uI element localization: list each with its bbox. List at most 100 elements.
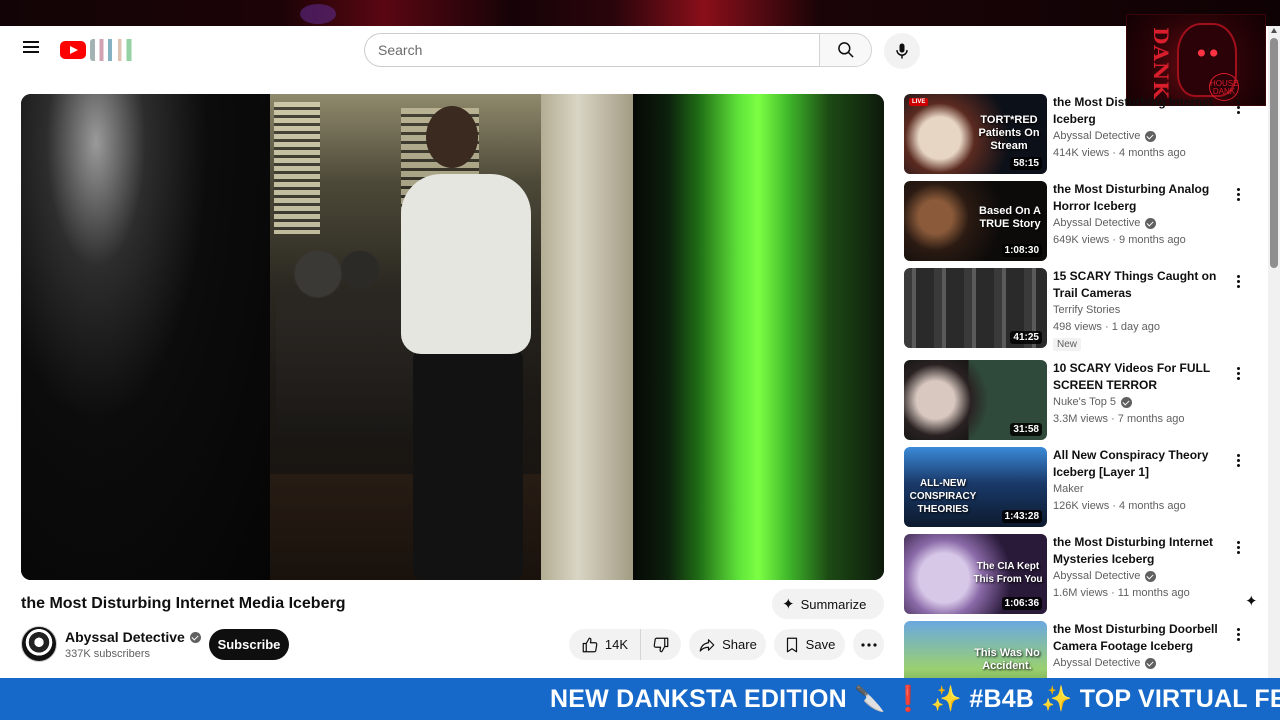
video-thumbnail[interactable]: Based On A TRUE Story 1:08:30 bbox=[904, 181, 1047, 261]
recommendation-channel[interactable]: Abyssal Detective bbox=[1053, 217, 1157, 229]
summarize-button[interactable]: ✦ Summarize bbox=[772, 589, 884, 619]
search-input[interactable] bbox=[364, 33, 819, 67]
recommendation-item[interactable]: LIVE TORT*RED Patients On Stream 58:15 t… bbox=[904, 94, 1254, 174]
recommendation-channel[interactable]: Abyssal Detective bbox=[1053, 130, 1157, 142]
recommendation-channel-name[interactable]: Abyssal Detective bbox=[1053, 217, 1140, 229]
ticker-text: NEW DANKSTA EDITION 🔪 ❗ ✨ #B4B ✨ TOP VIR… bbox=[550, 685, 1280, 713]
scroll-up-arrow-icon[interactable] bbox=[1271, 28, 1277, 33]
video-frame-green-light bbox=[633, 94, 884, 580]
video-duration: 41:25 bbox=[1010, 331, 1042, 344]
recommendation-item[interactable]: The CIA Kept This From You 1:06:36 the M… bbox=[904, 534, 1254, 614]
more-actions-button[interactable] bbox=[853, 629, 884, 660]
video-frame-seated-people bbox=[276, 234, 416, 434]
recommendation-channel-name[interactable]: Abyssal Detective bbox=[1053, 130, 1140, 142]
save-button[interactable]: Save bbox=[774, 629, 845, 660]
recommendation-menu-button[interactable] bbox=[1229, 449, 1247, 471]
recommendation-meta: 649K views · 9 months ago bbox=[1053, 234, 1186, 246]
recommendation-channel[interactable]: Abyssal Detective bbox=[1053, 657, 1157, 669]
recommendation-channel[interactable]: Terrify Stories bbox=[1053, 304, 1120, 316]
video-title: the Most Disturbing Internet Media Icebe… bbox=[21, 595, 346, 612]
recommendation-menu-button[interactable] bbox=[1229, 623, 1247, 645]
channel-name-text[interactable]: Abyssal Detective bbox=[65, 629, 185, 645]
share-icon bbox=[699, 638, 715, 652]
subscribe-button[interactable]: Subscribe bbox=[209, 629, 289, 660]
recommendation-title[interactable]: 10 SCARY Videos For FULL SCREEN TERROR bbox=[1053, 360, 1228, 394]
live-badge: LIVE bbox=[909, 98, 929, 106]
recommendation-menu-button[interactable] bbox=[1229, 96, 1247, 118]
ai-sparkle-icon[interactable]: ✦ bbox=[1245, 592, 1258, 610]
search-button[interactable] bbox=[819, 33, 872, 67]
video-thumbnail[interactable]: ALL-NEW CONSPIRACY THEORIES 1:43:28 bbox=[904, 447, 1047, 527]
recommendation-menu-button[interactable] bbox=[1229, 536, 1247, 558]
video-duration: 1:06:36 bbox=[1001, 597, 1042, 610]
summarize-label: Summarize bbox=[800, 596, 867, 612]
recommendation-channel-name[interactable]: Abyssal Detective bbox=[1053, 657, 1140, 669]
recommendation-channel[interactable]: Nuke's Top 5 bbox=[1053, 396, 1133, 408]
recommendation-menu-button[interactable] bbox=[1229, 270, 1247, 292]
scrollbar-thumb[interactable] bbox=[1270, 38, 1278, 268]
recommendation-item[interactable]: ALL-NEW CONSPIRACY THEORIES 1:43:28 All … bbox=[904, 447, 1254, 527]
youtube-logo[interactable] bbox=[60, 39, 140, 61]
recommendation-channel[interactable]: Maker bbox=[1053, 483, 1084, 495]
thumbs-down-icon bbox=[653, 637, 669, 652]
thumbnail-caption: Based On A TRUE Story bbox=[979, 205, 1041, 230]
search-icon bbox=[838, 42, 854, 58]
video-frame-person-head bbox=[426, 106, 478, 168]
recommendation-item[interactable]: Based On A TRUE Story 1:08:30 the Most D… bbox=[904, 181, 1254, 261]
page-scrollbar[interactable] bbox=[1268, 26, 1280, 678]
recommendation-meta: 414K views · 4 months ago bbox=[1053, 147, 1186, 159]
stream-overlay-logo: DANK HOUSE DANK bbox=[1126, 14, 1266, 106]
video-frame-doorframe bbox=[541, 94, 633, 580]
recommendation-channel-name[interactable]: Nuke's Top 5 bbox=[1053, 396, 1116, 408]
video-duration: 1:43:28 bbox=[1001, 510, 1042, 523]
masthead bbox=[0, 26, 1280, 74]
verified-icon bbox=[1145, 130, 1157, 142]
search-bar bbox=[364, 33, 872, 67]
recommendation-meta: 126K views · 4 months ago bbox=[1053, 500, 1186, 512]
verified-icon bbox=[1121, 396, 1133, 408]
video-thumbnail[interactable]: 31:58 bbox=[904, 360, 1047, 440]
recommendation-menu-button[interactable] bbox=[1229, 183, 1247, 205]
recommendation-title[interactable]: the Most Disturbing Internet Iceberg bbox=[1053, 94, 1228, 128]
recommendation-meta: 1.6M views · 11 months ago bbox=[1053, 587, 1190, 599]
channel-name[interactable]: Abyssal Detective bbox=[65, 629, 201, 645]
video-player[interactable] bbox=[21, 94, 884, 580]
recommendation-title[interactable]: the Most Disturbing Analog Horror Iceber… bbox=[1053, 181, 1228, 215]
channel-avatar[interactable] bbox=[21, 626, 57, 662]
thumbnail-caption: TORT*RED Patients On Stream bbox=[978, 114, 1040, 152]
recommendation-title[interactable]: All New Conspiracy Theory Iceberg [Layer… bbox=[1053, 447, 1228, 481]
save-label: Save bbox=[805, 637, 836, 652]
verified-icon bbox=[189, 631, 201, 643]
bookmark-icon bbox=[786, 637, 797, 652]
video-thumbnail[interactable]: This Was No Accident. bbox=[904, 621, 1047, 678]
video-frame-left-shadow bbox=[21, 94, 271, 580]
like-button[interactable]: 14K bbox=[569, 629, 641, 660]
recommendation-channel-name[interactable]: Abyssal Detective bbox=[1053, 570, 1140, 582]
video-thumbnail[interactable]: LIVE TORT*RED Patients On Stream 58:15 bbox=[904, 94, 1047, 174]
thumbnail-caption: ALL-NEW CONSPIRACY THEORIES bbox=[909, 478, 977, 515]
video-frame-window-blinds bbox=[274, 102, 320, 234]
menu-icon[interactable] bbox=[20, 38, 42, 60]
recommendation-item[interactable]: 41:25 15 SCARY Things Caught on Trail Ca… bbox=[904, 268, 1254, 351]
recommendation-meta: 3.3M views · 7 months ago bbox=[1053, 413, 1185, 425]
share-button[interactable]: Share bbox=[689, 629, 766, 660]
thumbnail-caption: This Was No Accident. bbox=[974, 647, 1040, 672]
recommendation-channel-name[interactable]: Maker bbox=[1053, 483, 1084, 495]
video-frame-person-legs bbox=[413, 349, 523, 580]
recommendation-title[interactable]: the Most Disturbing Internet Mysteries I… bbox=[1053, 534, 1228, 568]
recommendation-title[interactable]: 15 SCARY Things Caught on Trail Cameras bbox=[1053, 268, 1228, 302]
thumbnail-caption: The CIA Kept This From You bbox=[973, 561, 1043, 585]
video-thumbnail[interactable]: 41:25 bbox=[904, 268, 1047, 348]
recommendation-menu-button[interactable] bbox=[1229, 362, 1247, 384]
dislike-button[interactable] bbox=[641, 629, 681, 660]
recommendation-title[interactable]: the Most Disturbing Doorbell Camera Foot… bbox=[1053, 621, 1228, 655]
voice-search-button[interactable] bbox=[884, 33, 920, 69]
video-duration: 1:08:30 bbox=[1001, 244, 1042, 257]
recommendation-item[interactable]: This Was No Accident. the Most Disturbin… bbox=[904, 621, 1254, 678]
more-horizontal-icon bbox=[860, 642, 877, 647]
recommendation-item[interactable]: 31:58 10 SCARY Videos For FULL SCREEN TE… bbox=[904, 360, 1254, 440]
logo-doodle bbox=[90, 39, 138, 61]
recommendation-channel-name[interactable]: Terrify Stories bbox=[1053, 304, 1120, 316]
recommendation-channel[interactable]: Abyssal Detective bbox=[1053, 570, 1157, 582]
video-thumbnail[interactable]: The CIA Kept This From You 1:06:36 bbox=[904, 534, 1047, 614]
